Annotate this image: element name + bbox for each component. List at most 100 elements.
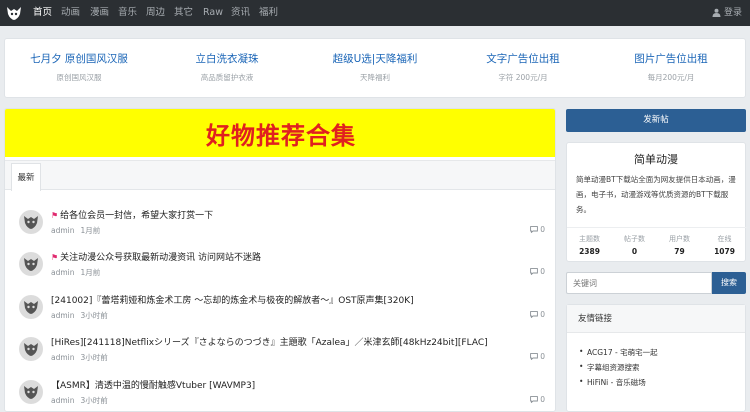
stat-value: 0: [631, 247, 638, 256]
ad-title: 图片广告位出租: [634, 53, 708, 65]
thread-time: 3小时前: [80, 311, 108, 320]
nav-raw[interactable]: Raw: [203, 0, 223, 26]
thread-panel: 好物推荐合集 最新 ⚑ 给各位会员一封信，希望大家打赏一下 admin 1月前 0 …: [4, 108, 556, 412]
thread-tabs: 最新: [5, 160, 555, 191]
login-link[interactable]: 登录: [712, 0, 742, 26]
stat-value: 1079: [714, 247, 735, 256]
thread-title-text: 关注动漫公众号获取最新动漫资讯 访问网站不迷路: [60, 253, 262, 263]
top-navbar: 首页 动画 漫画 音乐 周边 其它 Raw 资讯 福利 登录: [0, 0, 750, 26]
thread-title[interactable]: ⚑ 关注动漫公众号获取最新动漫资讯 访问网站不迷路: [51, 250, 261, 263]
search-input[interactable]: [566, 272, 712, 294]
ad-item[interactable]: 超级U选|天降福利 天降福利: [301, 39, 449, 99]
thread-replies: 0: [530, 267, 545, 276]
thread-author[interactable]: admin: [51, 268, 75, 277]
stat-value: 2389: [579, 247, 600, 256]
nav-home[interactable]: 首页: [33, 0, 52, 26]
nav-news[interactable]: 资讯: [231, 0, 250, 26]
stat-threads: 主题数 2389: [567, 234, 612, 256]
site-info-card: 简单动漫 简单动漫BT下载站全面为网友提供日本动画，漫画，电子书，动漫游戏等优质…: [566, 142, 747, 262]
pin-flag-icon: ⚑: [51, 253, 59, 262]
ad-item[interactable]: 文字广告位出租 字符 200元/月: [449, 39, 597, 99]
friend-link[interactable]: 字幕组资源搜索: [579, 362, 639, 373]
thread-author[interactable]: admin: [51, 226, 75, 235]
ad-title: 七月夕 原创国风汉服: [30, 53, 128, 65]
nav-anime[interactable]: 动画: [61, 0, 80, 26]
user-icon: [712, 8, 721, 17]
nav-music[interactable]: 音乐: [118, 0, 137, 26]
thread-time: 3小时前: [80, 353, 108, 362]
site-name: 简单动漫: [634, 153, 678, 166]
thread-author[interactable]: admin: [51, 396, 75, 405]
stat-label: 用户数: [669, 235, 690, 243]
thread-row[interactable]: ⚑ 给各位会员一封信，希望大家打赏一下 admin 1月前 0: [5, 204, 555, 244]
thread-title[interactable]: ⚑ 给各位会员一封信，希望大家打赏一下: [51, 208, 213, 221]
ad-subtitle: 天降福利: [360, 73, 390, 82]
thread-row[interactable]: [241002]『蕾塔莉娅和炼金术工房 ～忘却的炼金术与极夜的解放者～』OST原…: [5, 289, 555, 329]
comment-icon: [530, 396, 539, 404]
ad-strip: 七月夕 原创国风汉服 原创国风汉服 立白洗衣凝珠 高品质留护衣液 超级U选|天降…: [4, 38, 746, 98]
thread-meta: admin 1月前: [51, 225, 100, 236]
reply-count: 0: [540, 310, 545, 319]
ad-subtitle: 字符 200元/月: [498, 73, 548, 82]
ad-title: 超级U选|天降福利: [332, 53, 418, 65]
ad-subtitle: 高品质留护衣液: [200, 73, 254, 82]
thread-meta: admin 1月前: [51, 267, 100, 278]
avatar[interactable]: [19, 337, 43, 361]
thread-title[interactable]: [241002]『蕾塔莉娅和炼金术工房 ～忘却的炼金术与极夜的解放者～』OST原…: [51, 293, 414, 306]
avatar[interactable]: [19, 380, 43, 404]
ad-item[interactable]: 图片广告位出租 每月200元/月: [597, 39, 745, 99]
tab-latest[interactable]: 最新: [11, 163, 41, 191]
thread-row[interactable]: 【ASMR】清透中温的慢耐触感Vtuber [WAVMP3] admin 3小时前…: [5, 374, 555, 411]
thread-author[interactable]: admin: [51, 353, 75, 362]
ad-subtitle: 原创国风汉服: [56, 73, 102, 82]
ad-item[interactable]: 七月夕 原创国风汉服 原创国风汉服: [5, 39, 153, 99]
thread-replies: 0: [530, 395, 545, 404]
promo-banner-text: 好物推荐合集: [206, 122, 356, 150]
reply-count: 0: [540, 225, 545, 234]
promo-banner[interactable]: 好物推荐合集: [5, 109, 555, 157]
thread-title[interactable]: [HiRes][241118]Netflixシリーズ『さよならのつづき』主題歌「…: [51, 335, 488, 348]
thread-row[interactable]: [HiRes][241118]Netflixシリーズ『さよならのつづき』主題歌「…: [5, 331, 555, 371]
thread-time: 1月前: [80, 226, 101, 235]
stat-label: 帖子数: [624, 235, 645, 243]
nav-welfare[interactable]: 福利: [259, 0, 278, 26]
ad-title: 立白洗衣凝珠: [195, 53, 259, 65]
thread-time: 1月前: [80, 268, 101, 277]
friend-link[interactable]: ACG17 - 宅萌宅一起: [579, 347, 658, 358]
nav-manga[interactable]: 漫画: [90, 0, 109, 26]
avatar[interactable]: [19, 252, 43, 276]
stat-label: 在线: [717, 235, 732, 243]
reply-count: 0: [540, 267, 545, 276]
friend-link[interactable]: HiFiNi - 音乐磁场: [579, 377, 646, 388]
ad-subtitle: 每月200元/月: [647, 73, 695, 82]
friend-links-title: 友情链接: [567, 305, 745, 333]
search-button[interactable]: 搜索: [712, 272, 746, 294]
thread-row[interactable]: ⚑ 关注动漫公众号获取最新动漫资讯 访问网站不迷路 admin 1月前 0: [5, 246, 555, 286]
avatar[interactable]: [19, 210, 43, 234]
stat-value: 79: [674, 247, 685, 256]
ad-item[interactable]: 立白洗衣凝珠 高品质留护衣液: [153, 39, 301, 99]
thread-replies: 0: [530, 352, 545, 361]
nav-merch[interactable]: 周边: [146, 0, 165, 26]
thread-meta: admin 3小时前: [51, 352, 108, 363]
stat-users: 用户数 79: [657, 234, 702, 256]
nav-other[interactable]: 其它: [174, 0, 193, 26]
thread-author[interactable]: admin: [51, 311, 75, 320]
site-logo-icon[interactable]: [6, 5, 22, 21]
comment-icon: [530, 311, 539, 319]
thread-meta: admin 3小时前: [51, 310, 108, 321]
new-post-button[interactable]: 发新帖: [566, 109, 746, 132]
avatar[interactable]: [19, 295, 43, 319]
comment-icon: [530, 268, 539, 276]
reply-count: 0: [540, 352, 545, 361]
thread-title[interactable]: 【ASMR】清透中温的慢耐触感Vtuber [WAVMP3]: [51, 378, 255, 391]
stat-posts: 帖子数 0: [612, 234, 657, 256]
thread-replies: 0: [530, 225, 545, 234]
login-label: 登录: [723, 8, 742, 18]
stat-label: 主题数: [579, 235, 600, 243]
thread-replies: 0: [530, 310, 545, 319]
comment-icon: [530, 353, 539, 361]
friend-links-card: 友情链接 ACG17 - 宅萌宅一起 字幕组资源搜索 HiFiNi - 音乐磁场: [566, 304, 746, 412]
ad-title: 文字广告位出租: [486, 53, 560, 65]
reply-count: 0: [540, 395, 545, 404]
